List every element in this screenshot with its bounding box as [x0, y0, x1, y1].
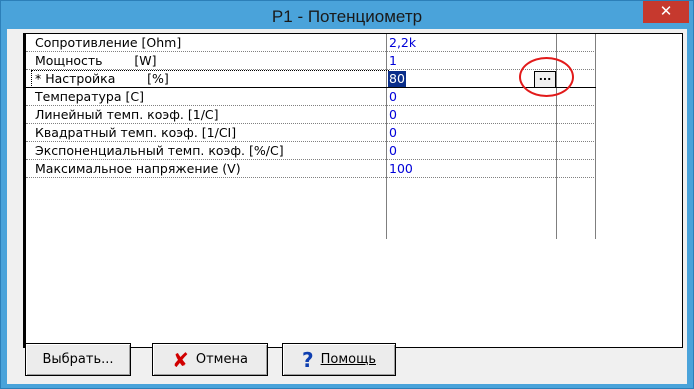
cancel-button-label: Отмена [195, 352, 248, 367]
property-name: Линейный темп. коэф. [1/C] [35, 107, 219, 122]
property-value[interactable]: 0 [389, 107, 397, 123]
dialog-window: P1 - Потенциометр ✕ Сопротивление [Ohm] … [0, 0, 694, 389]
property-name: Максимальное напряжение (V) [35, 161, 241, 176]
help-button-label: Помощь [320, 352, 376, 367]
property-row-setting[interactable]: * Настройка [%] 80 ... [26, 57, 596, 97]
cancel-button[interactable]: ✘ Отмена [152, 343, 268, 376]
question-icon: ? [301, 347, 314, 372]
ellipsis-button[interactable]: ... [534, 71, 556, 88]
close-icon: ✕ [659, 2, 673, 20]
property-row-max-voltage[interactable]: Максимальное напряжение (V) 100 [26, 161, 596, 178]
property-value[interactable]: 1 [389, 53, 397, 69]
property-value[interactable]: 0 [389, 89, 397, 105]
property-row-linear-coef[interactable]: Линейный темп. коэф. [1/C] 0 [26, 107, 596, 124]
help-button[interactable]: ? Помощь [282, 343, 396, 376]
property-row-power[interactable]: Мощность [W] 1 [26, 53, 596, 70]
select-button[interactable]: Выбрать... [25, 343, 131, 376]
property-value[interactable]: 2,2k [389, 35, 416, 51]
property-value-editor[interactable]: 80 [388, 71, 406, 87]
select-button-label: Выбрать... [42, 352, 114, 367]
window-title: P1 - Потенциометр [271, 7, 423, 26]
property-name: Мощность [W] [35, 53, 157, 68]
cross-icon: ✘ [172, 347, 189, 372]
property-row-quadratic-coef[interactable]: Квадратный темп. коэф. [1/CI] 0 [26, 125, 596, 142]
property-grid[interactable]: Сопротивление [Ohm] 2,2k Мощность [W] 1 … [23, 33, 683, 348]
property-name: Квадратный темп. коэф. [1/CI] [35, 125, 237, 140]
title-bar[interactable]: P1 - Потенциометр ✕ [1, 1, 693, 29]
property-row-exponential-coef[interactable]: Экспоненциальный темп. коэф. [%/C] 0 [26, 143, 596, 160]
property-value[interactable]: 100 [389, 161, 413, 177]
close-button[interactable]: ✕ [643, 1, 689, 23]
property-name: Сопротивление [Ohm] [35, 35, 182, 50]
property-value[interactable]: 0 [389, 143, 397, 159]
property-value[interactable]: 0 [389, 125, 397, 141]
property-name: Температура [C] [35, 89, 144, 104]
property-name: Экспоненциальный темп. коэф. [%/C] [35, 143, 284, 158]
property-row-resistance[interactable]: Сопротивление [Ohm] 2,2k [26, 35, 596, 52]
property-name: * Настройка [%] [35, 71, 169, 86]
property-row-temperature[interactable]: Температура [C] 0 [26, 89, 596, 106]
